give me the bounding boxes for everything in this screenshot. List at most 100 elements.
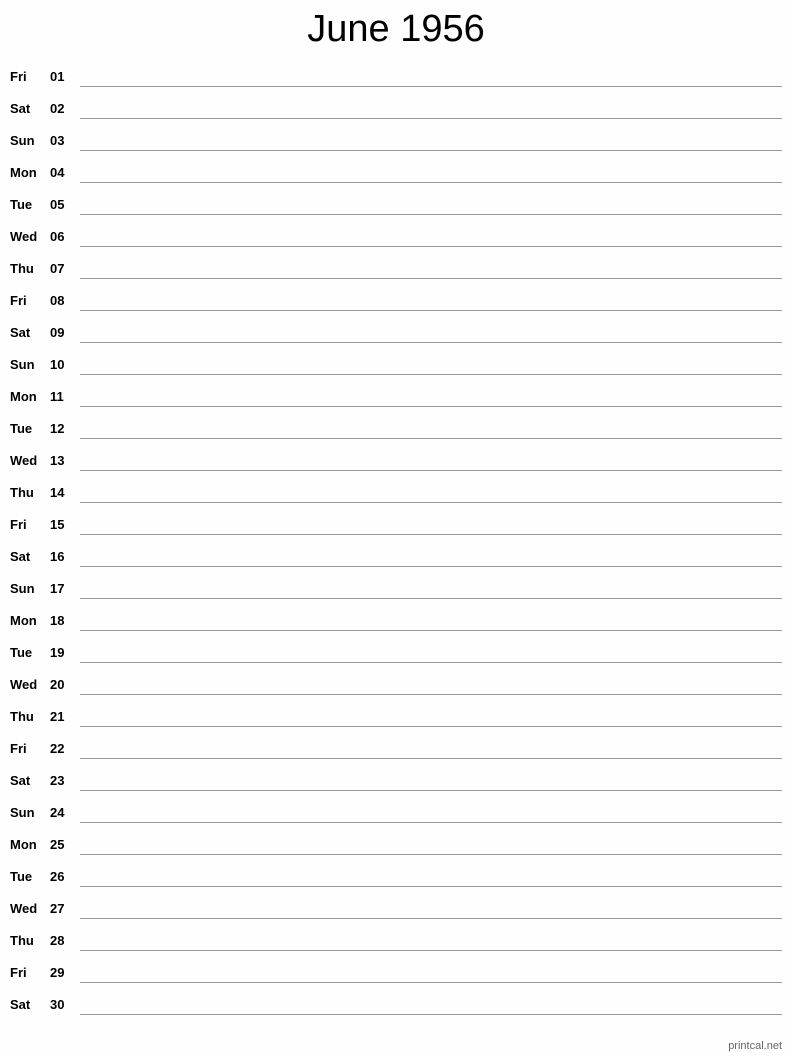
day-number: 27 — [50, 901, 65, 916]
writing-line[interactable] — [80, 246, 782, 247]
writing-line[interactable] — [80, 406, 782, 407]
day-number: 16 — [50, 549, 65, 564]
day-number: 01 — [50, 69, 65, 84]
day-of-week: Thu — [10, 709, 34, 724]
day-row: Sat 16 — [0, 540, 792, 572]
day-row: Sun 03 — [0, 124, 792, 156]
day-of-week: Thu — [10, 933, 34, 948]
writing-line[interactable] — [80, 118, 782, 119]
day-number: 12 — [50, 421, 65, 436]
day-of-week: Mon — [10, 613, 37, 628]
day-row: Fri 08 — [0, 284, 792, 316]
writing-line[interactable] — [80, 214, 782, 215]
day-of-week: Mon — [10, 165, 37, 180]
day-row: Tue 26 — [0, 860, 792, 892]
day-of-week: Sat — [10, 549, 31, 564]
day-row: Mon 18 — [0, 604, 792, 636]
day-number: 08 — [50, 293, 65, 308]
day-of-week: Fri — [10, 517, 27, 532]
writing-line[interactable] — [80, 534, 782, 535]
day-row: Tue 19 — [0, 636, 792, 668]
day-number: 20 — [50, 677, 65, 692]
writing-line[interactable] — [80, 694, 782, 695]
day-of-week: Wed — [10, 229, 38, 244]
day-number: 09 — [50, 325, 65, 340]
day-row: Thu 28 — [0, 924, 792, 956]
day-of-week: Tue — [10, 645, 33, 660]
day-row: Tue 05 — [0, 188, 792, 220]
footer-credit: printcal.net — [728, 1040, 782, 1052]
day-number: 10 — [50, 357, 65, 372]
writing-line[interactable] — [80, 918, 782, 919]
day-number: 19 — [50, 645, 65, 660]
day-list: Fri 01 Sat 02 Sun 03 Mon 04 Tue 05 Wed 06 Thu 07 Fri 08… — [0, 60, 792, 1020]
day-of-week: Mon — [10, 389, 37, 404]
day-number: 23 — [50, 773, 65, 788]
day-row: Mon 25 — [0, 828, 792, 860]
writing-line[interactable] — [80, 566, 782, 567]
day-row: Wed 27 — [0, 892, 792, 924]
day-row: Fri 22 — [0, 732, 792, 764]
day-of-week: Thu — [10, 261, 34, 276]
writing-line[interactable] — [80, 982, 782, 983]
day-of-week: Fri — [10, 69, 27, 84]
day-row: Fri 01 — [0, 60, 792, 92]
writing-line[interactable] — [80, 726, 782, 727]
day-number: 11 — [50, 389, 64, 404]
writing-line[interactable] — [80, 630, 782, 631]
writing-line[interactable] — [80, 310, 782, 311]
day-row: Sat 30 — [0, 988, 792, 1020]
day-of-week: Sat — [10, 997, 31, 1012]
day-number: 24 — [50, 805, 65, 820]
day-of-week: Sat — [10, 101, 31, 116]
writing-line[interactable] — [80, 278, 782, 279]
day-of-week: Fri — [10, 965, 27, 980]
day-of-week: Fri — [10, 741, 27, 756]
page-title: June 1956 — [307, 8, 485, 50]
day-of-week: Tue — [10, 421, 33, 436]
day-of-week: Tue — [10, 869, 33, 884]
day-number: 14 — [50, 485, 65, 500]
writing-line[interactable] — [80, 662, 782, 663]
writing-line[interactable] — [80, 1014, 782, 1015]
writing-line[interactable] — [80, 758, 782, 759]
writing-line[interactable] — [80, 822, 782, 823]
writing-line[interactable] — [80, 790, 782, 791]
day-of-week: Sun — [10, 581, 35, 596]
day-number: 02 — [50, 101, 65, 116]
day-number: 18 — [50, 613, 65, 628]
writing-line[interactable] — [80, 342, 782, 343]
writing-line[interactable] — [80, 374, 782, 375]
writing-line[interactable] — [80, 598, 782, 599]
day-of-week: Sun — [10, 133, 35, 148]
day-number: 28 — [50, 933, 65, 948]
day-number: 21 — [50, 709, 65, 724]
day-number: 25 — [50, 837, 65, 852]
writing-line[interactable] — [80, 854, 782, 855]
day-row: Mon 04 — [0, 156, 792, 188]
day-row: Sun 10 — [0, 348, 792, 380]
day-row: Thu 21 — [0, 700, 792, 732]
day-number: 07 — [50, 261, 65, 276]
day-number: 29 — [50, 965, 65, 980]
day-of-week: Mon — [10, 837, 37, 852]
day-of-week: Thu — [10, 485, 34, 500]
writing-line[interactable] — [80, 470, 782, 471]
day-row: Tue 12 — [0, 412, 792, 444]
day-number: 26 — [50, 869, 65, 884]
writing-line[interactable] — [80, 182, 782, 183]
writing-line[interactable] — [80, 950, 782, 951]
writing-line[interactable] — [80, 502, 782, 503]
writing-line[interactable] — [80, 86, 782, 87]
writing-line[interactable] — [80, 886, 782, 887]
day-of-week: Sat — [10, 325, 31, 340]
writing-line[interactable] — [80, 438, 782, 439]
day-number: 03 — [50, 133, 65, 148]
writing-line[interactable] — [80, 150, 782, 151]
day-number: 30 — [50, 997, 65, 1012]
day-of-week: Sat — [10, 773, 31, 788]
day-row: Mon 11 — [0, 380, 792, 412]
day-row: Fri 29 — [0, 956, 792, 988]
day-number: 13 — [50, 453, 65, 468]
day-number: 04 — [50, 165, 65, 180]
